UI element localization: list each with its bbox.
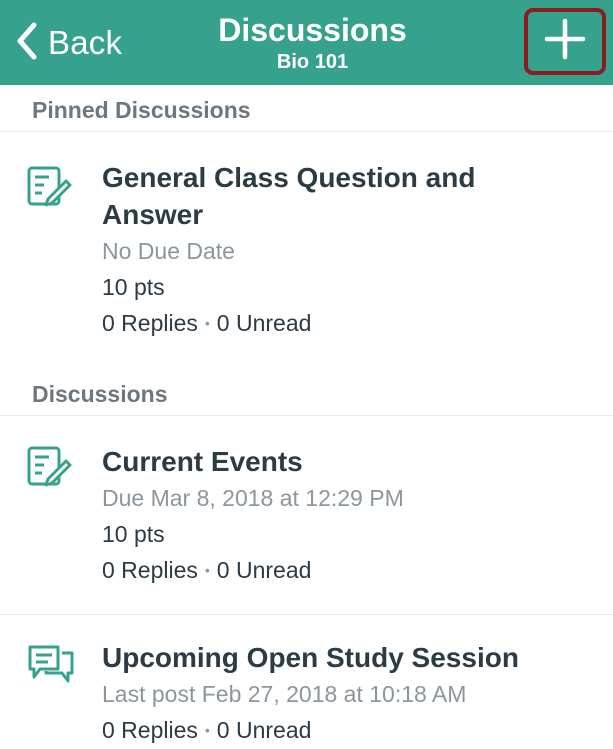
chevron-left-icon	[14, 21, 40, 66]
separator-dot: •	[204, 315, 210, 331]
reply-count: 0 Replies	[102, 557, 198, 583]
discussion-item-open-study[interactable]: Upcoming Open Study Session Last post Fe…	[0, 615, 613, 749]
discussion-title-line2: Answer	[102, 199, 204, 230]
plus-icon	[544, 18, 586, 65]
last-post: Last post Feb 27, 2018 at 10:18 AM	[102, 681, 467, 707]
discussion-item-general-class[interactable]: General Class Question and Answer No Due…	[0, 133, 613, 369]
discussion-title: Upcoming Open Study Session	[102, 642, 519, 673]
back-label: Back	[48, 24, 123, 61]
unread-count: 0 Unread	[216, 717, 312, 743]
chat-bubbles-icon	[24, 639, 76, 687]
discussion-item-current-events[interactable]: Current Events Due Mar 8, 2018 at 12:29 …	[0, 417, 613, 613]
discussion-edit-icon	[24, 163, 76, 211]
points: 10 pts	[102, 521, 165, 547]
unread-count: 0 Unread	[216, 310, 312, 336]
nav-bar: Back Discussions Bio 101	[0, 0, 613, 85]
reply-count: 0 Replies	[102, 310, 198, 336]
points: 10 pts	[102, 274, 165, 300]
back-button[interactable]: Back	[14, 18, 122, 68]
due-date: No Due Date	[102, 238, 235, 264]
separator-dot: •	[204, 562, 210, 578]
course-subtitle: Bio 101	[276, 51, 349, 73]
page-title: Discussions	[218, 12, 407, 48]
section-header-discussions: Discussions	[0, 370, 613, 416]
add-discussion-button[interactable]	[524, 8, 606, 75]
due-date: Due Mar 8, 2018 at 12:29 PM	[102, 485, 404, 511]
reply-stats: 0 Replies • 0 Unread	[102, 712, 603, 748]
discussion-title-line1: General Class Question and	[102, 162, 476, 193]
reply-stats: 0 Replies • 0 Unread	[102, 552, 603, 588]
section-header-pinned: Pinned Discussions	[0, 86, 613, 132]
unread-count: 0 Unread	[216, 557, 312, 583]
reply-stats: 0 Replies • 0 Unread	[102, 305, 603, 341]
discussion-edit-icon	[24, 443, 76, 491]
nav-title-group: Discussions Bio 101	[160, 12, 465, 74]
discussion-title: Current Events	[102, 446, 303, 477]
separator-dot: •	[204, 722, 210, 738]
reply-count: 0 Replies	[102, 717, 198, 743]
